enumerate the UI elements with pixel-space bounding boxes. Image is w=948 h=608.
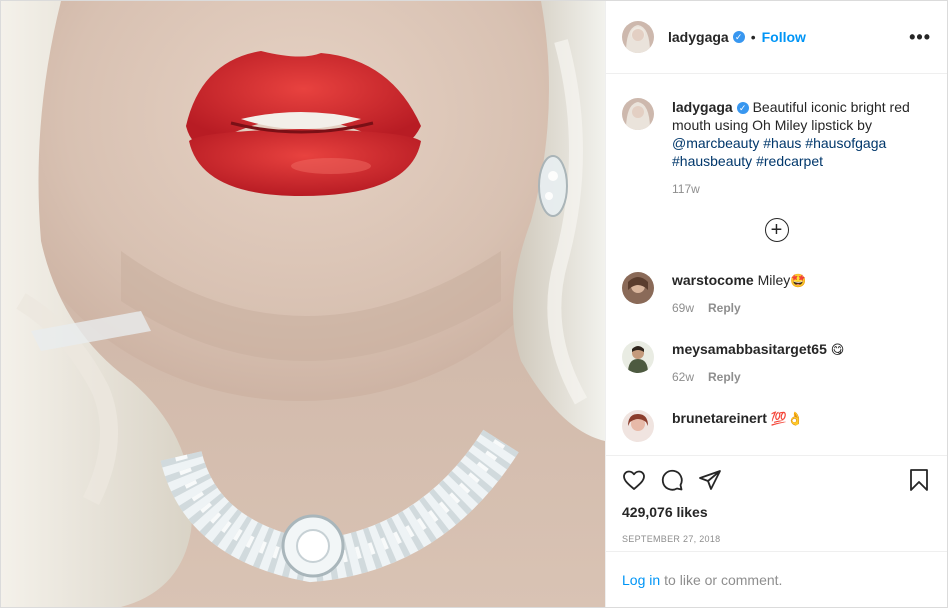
caption-age: 117w <box>672 182 700 196</box>
comment-icon[interactable] <box>660 468 684 495</box>
comment-item: warstocome Miley🤩 69w Reply <box>622 272 931 315</box>
commenter-avatar[interactable] <box>622 341 654 373</box>
action-icons <box>622 466 931 496</box>
comment-body: brunetareinert 💯👌 <box>672 410 803 427</box>
login-prompt: Log in to like or comment. <box>606 551 947 607</box>
caption-username[interactable]: ladygaga <box>672 99 733 115</box>
verified-badge-icon: ✓ <box>732 31 745 43</box>
author-username[interactable]: ladygaga <box>668 29 729 45</box>
post-header: ladygaga ✓ • Follow ••• <box>606 1 947 74</box>
yum-emoji: 😋 <box>830 343 845 358</box>
post-sidebar: ladygaga ✓ • Follow ••• ladygaga ✓ Beauti… <box>605 1 947 607</box>
heart-icon[interactable] <box>622 468 646 495</box>
more-options-icon[interactable]: ••• <box>909 27 931 48</box>
portrait-image <box>1 1 605 607</box>
follow-button[interactable]: Follow <box>762 29 806 45</box>
comment-item: brunetareinert 💯👌 <box>622 410 931 442</box>
reply-button[interactable]: Reply <box>708 301 741 315</box>
likes-count[interactable]: 429,076 likes <box>622 504 931 520</box>
comment-text: Miley <box>757 272 791 288</box>
commenter-username[interactable]: brunetareinert <box>672 410 767 426</box>
comment-age: 69w <box>672 301 695 315</box>
comment-item: meysamabbasitarget65 😋 62w Reply <box>622 341 931 384</box>
load-more-comments-icon[interactable]: + <box>764 218 789 242</box>
commenter-avatar[interactable] <box>622 410 654 442</box>
caption: ladygaga ✓ Beautiful iconic bright red mo… <box>622 74 931 196</box>
hashtag-link[interactable]: #hausbeauty <box>672 153 752 169</box>
commenter-username[interactable]: meysamabbasitarget65 <box>672 341 827 357</box>
mention-link[interactable]: @marcbeauty <box>672 135 759 151</box>
star-struck-emoji: 🤩 <box>790 274 807 289</box>
author-avatar[interactable] <box>622 21 654 53</box>
login-text: to like or comment. <box>664 571 783 588</box>
verified-badge-icon: ✓ <box>736 102 749 115</box>
header-names: ladygaga ✓ • Follow <box>668 29 806 45</box>
share-icon[interactable] <box>698 468 722 495</box>
comment-body: meysamabbasitarget65 😋 62w Reply <box>672 341 844 384</box>
comment-meta: 62w Reply <box>672 370 844 384</box>
caption-meta: 117w <box>672 182 922 196</box>
action-bar: 429,076 likes September 27, 2018 <box>606 455 947 551</box>
comment-meta: 69w Reply <box>672 301 806 315</box>
caption-avatar[interactable] <box>622 98 654 130</box>
hundred-ok-emoji: 💯👌 <box>770 412 804 427</box>
commenter-username[interactable]: warstocome <box>672 272 754 288</box>
hashtag-link[interactable]: #hausofgaga <box>805 135 886 151</box>
comment-age: 62w <box>672 370 695 384</box>
hashtag-link[interactable]: #redcarpet <box>756 153 823 169</box>
comment-body: warstocome Miley🤩 69w Reply <box>672 272 806 315</box>
hashtag-link[interactable]: #haus <box>763 135 801 151</box>
header-separator: • <box>750 29 756 45</box>
commenter-avatar[interactable] <box>622 272 654 304</box>
comments-list[interactable]: ladygaga ✓ Beautiful iconic bright red mo… <box>606 74 947 455</box>
caption-body: ladygaga ✓ Beautiful iconic bright red mo… <box>672 98 922 196</box>
login-link[interactable]: Log in <box>622 572 660 588</box>
bookmark-icon[interactable] <box>907 468 931 495</box>
post-date: September 27, 2018 <box>622 534 721 544</box>
load-more: + <box>622 218 931 242</box>
post-photo[interactable] <box>1 1 605 607</box>
caption-text: ladygaga ✓ Beautiful iconic bright red mo… <box>672 98 922 170</box>
reply-button[interactable]: Reply <box>708 370 741 384</box>
post-dialog: ladygaga ✓ • Follow ••• ladygaga ✓ Beauti… <box>0 0 948 608</box>
